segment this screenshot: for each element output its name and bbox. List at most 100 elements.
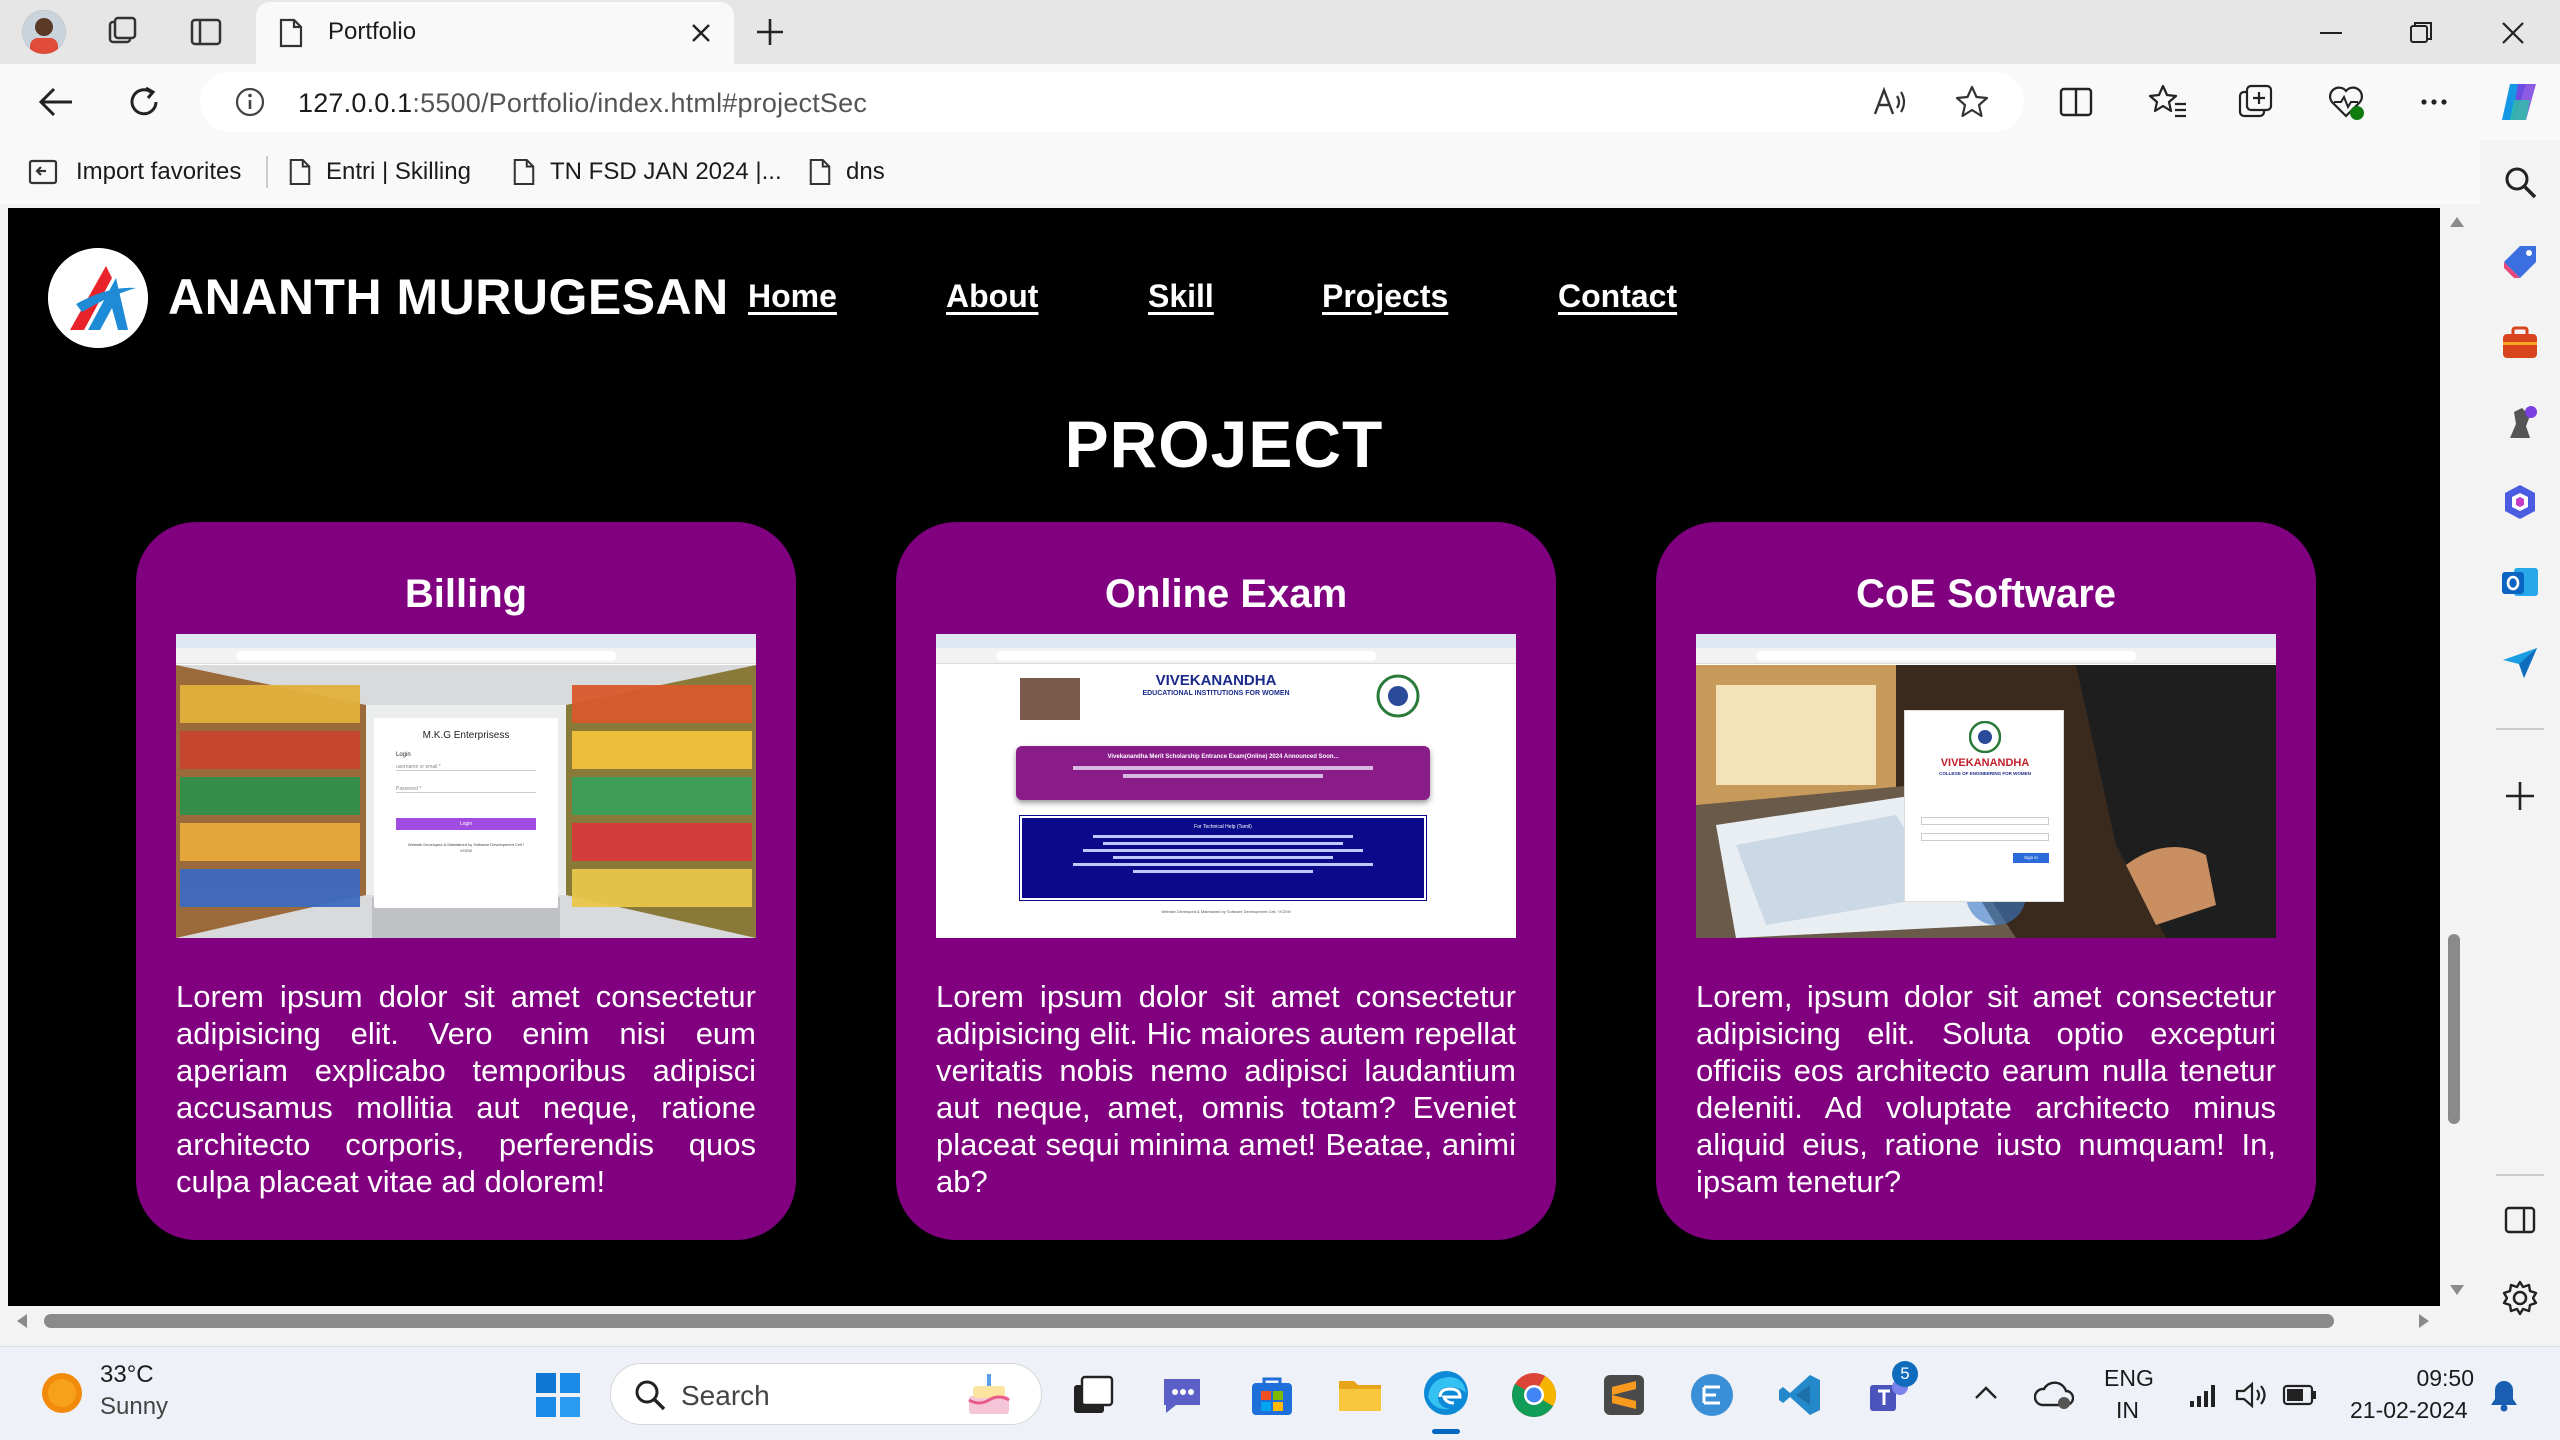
sidebar-send-icon[interactable] (2500, 642, 2540, 682)
notifications-bell-icon[interactable] (2488, 1377, 2520, 1413)
tab-portfolio[interactable]: Portfolio (256, 2, 734, 64)
username-field: username or email * (396, 764, 536, 771)
search-icon (633, 1378, 667, 1412)
clock-date[interactable]: 21-02-2024 (2350, 1397, 2468, 1424)
login-button: Login (396, 818, 536, 830)
site-info-icon[interactable] (234, 86, 266, 118)
favorite-star-icon[interactable] (1954, 84, 1990, 120)
exam-help-title: For Technical Help (Tamil) (1194, 824, 1252, 830)
exam-org: VIVEKANANDHA (1155, 672, 1277, 689)
nav-home[interactable]: Home (748, 278, 837, 315)
nav-skill[interactable]: Skill (1148, 278, 1214, 315)
password-field: Password * (396, 786, 536, 793)
teams-chat-icon[interactable] (1158, 1371, 1206, 1419)
weather-temperature[interactable]: 33°C (100, 1361, 154, 1389)
sidebar-shopping-icon[interactable] (2500, 242, 2540, 282)
nav-about[interactable]: About (946, 278, 1038, 315)
nav-projects[interactable]: Projects (1322, 278, 1448, 315)
sidebar-tools-icon[interactable] (2500, 322, 2540, 362)
sidebar-m365-icon[interactable] (2500, 482, 2540, 522)
copilot-icon[interactable] (2496, 78, 2544, 126)
fav-entri[interactable]: Entri | Skilling (288, 140, 471, 204)
sidebar-games-icon[interactable] (2500, 402, 2540, 442)
file-explorer-icon[interactable] (1336, 1371, 1384, 1419)
section-title: PROJECT (1064, 407, 1384, 481)
battery-icon[interactable] (2282, 1383, 2318, 1407)
start-windows-icon[interactable] (534, 1371, 582, 1419)
exam-footer: Website Developed & Maintained by Softwa… (1161, 909, 1291, 914)
project-card-coe-software: CoE Software VIVEKANANDHA COLLEGE OF ENG… (1656, 522, 2316, 1240)
taskbar-search-box[interactable]: Search (610, 1363, 1042, 1425)
scroll-up-arrow-icon[interactable] (2449, 216, 2465, 228)
site-brand: ANANTH MURUGESAN (168, 269, 729, 325)
refresh-icon[interactable] (124, 82, 164, 122)
vertical-scrollbar[interactable] (2440, 208, 2474, 1306)
browser-toolbar: 127.0.0.1:5500/Portfolio/index.html#proj… (0, 64, 2560, 140)
card-title: Billing (404, 572, 528, 616)
hide-sidebar-icon[interactable] (2500, 1200, 2540, 1240)
close-window-icon[interactable] (2498, 18, 2528, 48)
fav-tn-fsd-label: TN FSD JAN 2024 |... (550, 158, 782, 185)
scroll-left-arrow-icon[interactable] (16, 1313, 28, 1329)
sidebar-search-icon[interactable] (2500, 162, 2540, 202)
coe-signin-button: Sign in (2013, 853, 2049, 863)
onedrive-icon[interactable] (2034, 1377, 2074, 1411)
card-title: Online Exam (1104, 572, 1348, 616)
read-aloud-icon[interactable] (1872, 86, 1908, 118)
import-favorites-icon (28, 159, 58, 185)
volume-icon[interactable] (2234, 1379, 2270, 1411)
scroll-down-arrow-icon[interactable] (2449, 1284, 2465, 1296)
tab-actions-icon[interactable] (188, 14, 224, 50)
show-hidden-icons-icon[interactable] (1972, 1379, 2000, 1407)
nav-contact[interactable]: Contact (1558, 278, 1677, 315)
exam-banner-text: Vivekanandha Merit Scholarship Entrance … (1107, 754, 1339, 760)
weather-description[interactable]: Sunny (100, 1393, 168, 1421)
chrome-icon[interactable] (1510, 1371, 1558, 1419)
fav-dns[interactable]: dns (808, 140, 885, 204)
browser-essentials-icon[interactable] (2326, 82, 2366, 122)
sidebar-divider (2496, 1174, 2544, 1176)
minimize-icon[interactable] (2316, 18, 2346, 48)
search-highlight-cake-icon (961, 1370, 1017, 1420)
sidebar-divider (2496, 728, 2544, 730)
wifi-signal-icon[interactable] (2188, 1381, 2218, 1409)
app-e-icon[interactable] (1688, 1371, 1736, 1419)
close-tab-icon[interactable] (688, 20, 714, 46)
microsoft-store-icon[interactable] (1248, 1371, 1296, 1419)
horizontal-scrollbar[interactable] (8, 1306, 2440, 1334)
coe-seal-icon (1969, 721, 2001, 753)
notification-badge: 5 (1892, 1361, 1918, 1387)
horizontal-scroll-thumb[interactable] (44, 1314, 2334, 1328)
windows-taskbar: 33°C Sunny Search 5 ENG IN 09:50 21-02-2… (0, 1346, 2560, 1440)
language-secondary[interactable]: IN (2116, 1397, 2139, 1424)
collections-icon[interactable] (2236, 82, 2276, 122)
edge-browser-icon[interactable] (1420, 1367, 1468, 1415)
project-card-billing: Billing M.K.G Enterprisess Login usernam… (136, 522, 796, 1240)
site-logo[interactable] (48, 248, 148, 348)
fav-import[interactable]: Import favorites (28, 140, 241, 204)
sidebar-add-icon[interactable] (2500, 776, 2540, 816)
workspaces-icon[interactable] (104, 14, 140, 50)
restore-icon[interactable] (2406, 18, 2436, 48)
card-description: Lorem ipsum dolor sit amet consectetur a… (936, 979, 1516, 1199)
settings-gear-icon[interactable] (2500, 1278, 2540, 1318)
more-options-icon[interactable] (2414, 82, 2454, 122)
split-screen-icon[interactable] (2058, 84, 2094, 120)
favorites-icon[interactable] (2148, 82, 2188, 122)
fav-tn-fsd[interactable]: TN FSD JAN 2024 |... (512, 140, 782, 204)
clock-time[interactable]: 09:50 (2412, 1365, 2474, 1392)
new-tab-icon[interactable] (752, 14, 788, 50)
sublime-text-icon[interactable] (1600, 1371, 1648, 1419)
weather-sun-icon[interactable] (40, 1371, 84, 1415)
vscode-icon[interactable] (1776, 1371, 1824, 1419)
language-primary[interactable]: ENG (2104, 1365, 2154, 1392)
vertical-scroll-thumb[interactable] (2448, 934, 2460, 1124)
back-icon[interactable] (36, 84, 76, 120)
sidebar-outlook-icon[interactable] (2500, 562, 2540, 602)
profile-avatar[interactable] (22, 10, 66, 54)
address-bar[interactable]: 127.0.0.1:5500/Portfolio/index.html#proj… (200, 72, 2024, 132)
scroll-right-arrow-icon[interactable] (2418, 1313, 2430, 1329)
task-view-icon[interactable] (1068, 1371, 1116, 1419)
page-icon (289, 158, 311, 186)
coe-org-sub: COLLEGE OF ENGINEERING FOR WOMEN (1939, 771, 2031, 776)
